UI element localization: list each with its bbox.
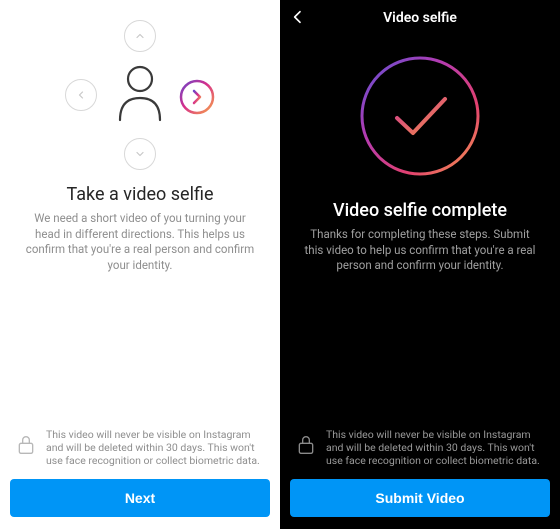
selfie-illustration <box>0 0 280 170</box>
person-icon <box>114 62 166 126</box>
header: Video selfie <box>280 0 560 36</box>
complete-illustration <box>280 36 560 186</box>
chevron-down-icon <box>124 138 156 170</box>
lock-icon <box>16 434 36 460</box>
take-video-selfie-screen: Take a video selfie We need a short vide… <box>0 0 280 529</box>
privacy-note: This video will never be visible on Inst… <box>0 428 280 479</box>
video-selfie-complete-screen: Video selfie <box>280 0 560 529</box>
lock-icon <box>296 434 316 460</box>
privacy-text: This video will never be visible on Inst… <box>326 428 544 467</box>
page-description: We need a short video of you turning you… <box>24 211 256 273</box>
privacy-note: This video will never be visible on Inst… <box>280 428 560 479</box>
submit-video-button[interactable]: Submit Video <box>290 479 550 517</box>
next-button[interactable]: Next <box>10 479 270 517</box>
chevron-up-icon <box>124 20 156 52</box>
page-title: Take a video selfie <box>16 184 264 205</box>
checkmark-icon <box>397 99 445 133</box>
page-title: Video selfie complete <box>296 200 544 221</box>
chevron-right-icon <box>179 79 215 115</box>
page-description: Thanks for completing these steps. Submi… <box>304 227 536 274</box>
chevron-left-icon <box>65 79 97 111</box>
privacy-text: This video will never be visible on Inst… <box>46 428 264 467</box>
header-title: Video selfie <box>383 10 457 26</box>
back-icon[interactable] <box>290 8 306 28</box>
